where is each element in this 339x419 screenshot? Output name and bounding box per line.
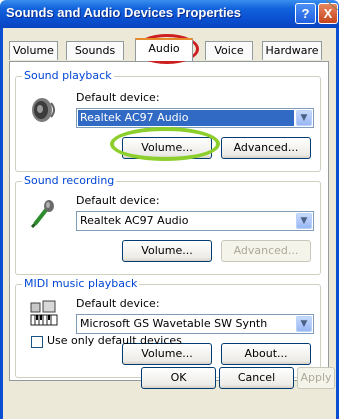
sound-recording-label: Sound recording xyxy=(22,174,117,187)
playback-device-select[interactable]: Realtek AC97 Audio ▼ xyxy=(76,108,314,128)
window-title: Sounds and Audio Devices Properties xyxy=(6,5,242,20)
playback-advanced-button[interactable]: Advanced... xyxy=(221,137,311,159)
tab-volume[interactable]: Volume xyxy=(9,41,58,60)
cancel-button[interactable]: Cancel xyxy=(219,367,294,389)
dialog-window: Sounds and Audio Devices Properties ? X … xyxy=(0,0,339,419)
audio-tab-panel: Sound playback Default device: Realtek A… xyxy=(9,61,329,381)
title-bar[interactable]: Sounds and Audio Devices Properties ? X xyxy=(0,0,339,28)
use-default-devices-label[interactable]: Use only default devices xyxy=(47,334,182,347)
annotation-circle-volume-button xyxy=(110,127,220,161)
midi-device-value: Microsoft GS Wavetable SW Synth xyxy=(80,317,268,330)
recording-volume-button[interactable]: Volume... xyxy=(122,240,212,262)
help-button[interactable]: ? xyxy=(295,3,316,24)
midi-device-select[interactable]: Microsoft GS Wavetable SW Synth ▼ xyxy=(76,314,314,334)
microphone-icon xyxy=(30,200,54,228)
chevron-down-icon[interactable]: ▼ xyxy=(296,110,312,126)
midi-default-device-label: Default device: xyxy=(76,297,160,310)
midi-about-button[interactable]: About... xyxy=(221,343,311,365)
recording-device-value: Realtek AC97 Audio xyxy=(80,214,189,227)
tab-audio[interactable]: Audio xyxy=(135,38,193,61)
tab-sounds[interactable]: Sounds xyxy=(66,41,124,60)
tab-hardware[interactable]: Hardware xyxy=(262,41,322,60)
recording-advanced-button: Advanced... xyxy=(221,240,311,262)
playback-default-device-label: Default device: xyxy=(76,91,160,104)
speaker-icon xyxy=(32,98,55,122)
playback-device-value: Realtek AC97 Audio xyxy=(78,110,294,126)
chevron-down-icon[interactable]: ▼ xyxy=(296,213,312,229)
recording-default-device-label: Default device: xyxy=(76,194,160,207)
tab-voice[interactable]: Voice xyxy=(205,41,253,60)
sound-playback-label: Sound playback xyxy=(22,69,114,82)
cord-decoration-icon xyxy=(326,0,338,10)
keyboard-icon xyxy=(30,300,58,326)
sound-recording-group: Sound recording Default device: Realtek … xyxy=(15,174,321,275)
recording-device-select[interactable]: Realtek AC97 Audio ▼ xyxy=(76,211,314,231)
dialog-body: Volume Sounds Audio Voice Hardware Sound… xyxy=(0,28,339,419)
midi-playback-group: MIDI music playback Default device: Micr… xyxy=(15,277,321,378)
use-default-devices-checkbox[interactable] xyxy=(31,336,43,348)
chevron-down-icon[interactable]: ▼ xyxy=(296,316,312,332)
midi-playback-label: MIDI music playback xyxy=(22,277,140,290)
apply-button: Apply xyxy=(297,367,335,389)
ok-button[interactable]: OK xyxy=(141,367,216,389)
